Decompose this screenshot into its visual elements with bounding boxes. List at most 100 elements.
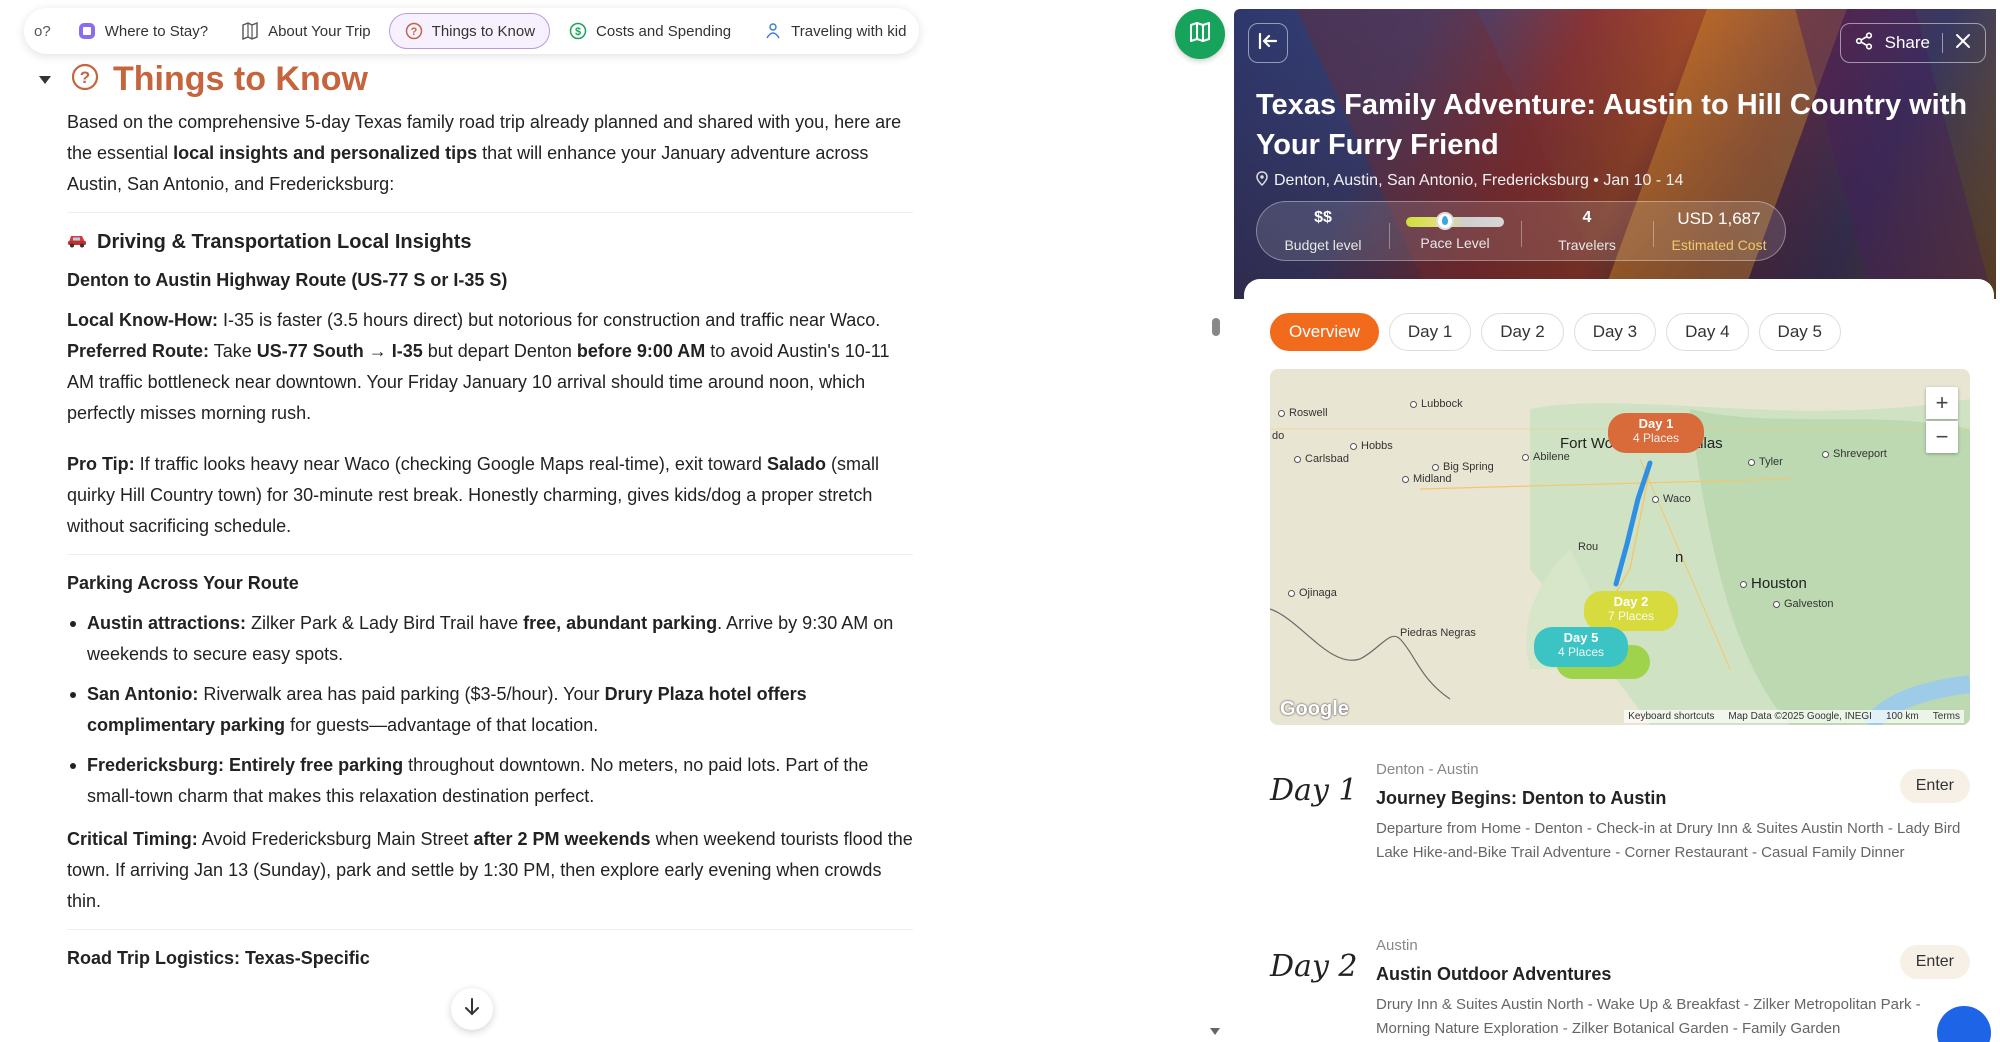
map-label: Abilene xyxy=(1522,451,1570,463)
share-button[interactable]: Share xyxy=(1885,33,1930,53)
tab-where-to-stay[interactable]: Where to Stay? xyxy=(63,13,222,49)
pin-places: 7 Places xyxy=(1607,609,1655,623)
list-item: Fredericksburg: Entirely free parking th… xyxy=(67,750,917,812)
map-book-icon xyxy=(240,21,260,41)
map-label: Lubbock xyxy=(1410,398,1463,410)
day-title: Journey Begins: Denton to Austin xyxy=(1376,788,1667,808)
day-info: Austin Austin Outdoor Adventures Drury I… xyxy=(1376,937,1976,1041)
zoom-in-button[interactable]: + xyxy=(1926,387,1958,419)
section-title: Driving & Transportation Local Insights xyxy=(67,231,917,254)
day-script-label: Day 1 xyxy=(1270,773,1358,809)
map-pin-day-2[interactable]: Day 2 7 Places xyxy=(1584,591,1678,631)
map-label: Carlsbad xyxy=(1294,453,1349,465)
pin-places: 4 Places xyxy=(1557,645,1605,659)
tab-day-3[interactable]: Day 3 xyxy=(1573,313,1657,351)
stat-cost: USD 1,687 Estimated Cost xyxy=(1653,209,1785,253)
pref-label: Preferred Route: xyxy=(67,341,210,361)
tab-overview[interactable]: Overview xyxy=(1270,313,1379,351)
day-script-label: Day 2 xyxy=(1270,949,1358,985)
map-label: do xyxy=(1272,430,1285,442)
map-label: Houston xyxy=(1740,575,1807,592)
critical-label: Critical Timing: xyxy=(67,829,198,849)
item-label: San Antonio: xyxy=(87,684,199,704)
pref-time: before 9:00 AM xyxy=(576,341,706,361)
know-how-paragraph: Local Know-How: I-35 is faster (3.5 hour… xyxy=(67,305,917,429)
dollar-icon: $ xyxy=(568,21,588,41)
divider xyxy=(67,929,913,930)
item-label: Fredericksburg: Entirely free parking xyxy=(87,755,404,775)
child-icon xyxy=(763,21,783,41)
day-title: Austin Outdoor Adventures xyxy=(1376,964,1612,984)
tab-day-5[interactable]: Day 5 xyxy=(1758,313,1841,351)
collapse-panel-button[interactable] xyxy=(1248,23,1288,63)
tab-label: Things to Know xyxy=(431,22,536,40)
svg-text:?: ? xyxy=(410,26,417,38)
know-how-text: I-35 is faster (3.5 hours direct) but no… xyxy=(218,310,881,330)
pref-text-a: Take xyxy=(209,341,257,361)
section-tab-bar: o? Where to Stay? About Your Trip ? Thin… xyxy=(24,8,919,54)
tab-costs-and-spending[interactable]: $ Costs and Spending xyxy=(554,13,745,49)
day-location: Austin xyxy=(1376,937,1418,954)
hero-banner: Share Texas Family Adventure: Austin to … xyxy=(1234,9,1996,299)
day-location: Denton - Austin xyxy=(1376,761,1479,778)
article-content: ? Things to Know Based on the comprehens… xyxy=(39,60,917,983)
car-icon xyxy=(67,231,87,254)
map-pin-day-5[interactable]: Day 5 4 Places xyxy=(1534,627,1628,667)
scrollbar-down-arrow-icon[interactable] xyxy=(1210,1028,1220,1035)
pin-day: Day 2 xyxy=(1613,594,1649,609)
map-label: Tyler xyxy=(1748,456,1783,468)
tab-about-your-trip[interactable]: About Your Trip xyxy=(226,13,385,49)
item-text: Zilker Park & Lady Bird Trail have xyxy=(246,613,524,633)
pro-tip-text-a: If traffic looks heavy near Waco (checki… xyxy=(134,454,767,474)
collapse-left-icon xyxy=(1258,32,1278,55)
pro-tip-town: Salado xyxy=(766,454,826,474)
tab-day-4[interactable]: Day 4 xyxy=(1666,313,1749,351)
day-item-2[interactable]: Day 2 Austin Austin Outdoor Adventures D… xyxy=(1270,937,1970,1042)
google-logo: Google xyxy=(1280,698,1349,720)
article-pane: o? Where to Stay? About Your Trip ? Thin… xyxy=(0,0,1230,1042)
pref-route: US-77 South → I-35 xyxy=(256,341,423,361)
list-item: San Antonio: Riverwalk area has paid par… xyxy=(67,679,917,741)
tab-day-2[interactable]: Day 2 xyxy=(1481,313,1564,351)
map-scale: 100 km xyxy=(1885,711,1919,722)
map-label: Piedras Negras xyxy=(1400,627,1476,639)
zoom-out-button[interactable]: − xyxy=(1926,421,1958,453)
map-toggle-button[interactable] xyxy=(1175,9,1225,59)
map-pin-day-1[interactable]: Day 1 4 Places xyxy=(1608,413,1704,453)
tab-day-1[interactable]: Day 1 xyxy=(1388,313,1472,351)
tab-things-to-know[interactable]: ? Things to Know xyxy=(388,13,551,49)
tab-label: About Your Trip xyxy=(268,22,371,40)
day-description: Departure from Home - Denton - Check-in … xyxy=(1376,820,1961,861)
travelers-label: Travelers xyxy=(1558,237,1616,253)
route-map[interactable]: Roswell Lubbock do Hobbs Carlsbad Big Sp… xyxy=(1270,369,1970,725)
intro-text-bold: local insights and personalized tips xyxy=(173,143,478,163)
day-info: Denton - Austin Journey Begins: Denton t… xyxy=(1376,761,1976,865)
question-icon: ? xyxy=(404,21,424,41)
share-icon[interactable] xyxy=(1855,31,1873,55)
close-icon[interactable] xyxy=(1955,33,1971,54)
critical-timing-paragraph: Critical Timing: Avoid Fredericksburg Ma… xyxy=(67,824,917,917)
route-title: Denton to Austin Highway Route (US-77 S … xyxy=(67,270,508,290)
map-label: Rou xyxy=(1578,541,1599,553)
tab-label: Traveling with kid xyxy=(791,22,907,40)
collapse-caret-icon[interactable] xyxy=(39,75,51,84)
pace-label: Pace Level xyxy=(1420,235,1490,251)
critical-bold: after 2 PM weekends xyxy=(473,829,651,849)
day-item-1[interactable]: Day 1 Denton - Austin Journey Begins: De… xyxy=(1270,761,1970,891)
terms-link[interactable]: Terms xyxy=(1933,711,1960,722)
budget-value: $$ xyxy=(1314,209,1332,226)
tab-cut-left[interactable]: o? xyxy=(34,23,59,40)
scrollbar-thumb[interactable] xyxy=(1212,318,1220,336)
enter-day-2-button[interactable]: Enter xyxy=(1899,945,1970,979)
parking-title: Parking Across Your Route xyxy=(67,573,299,593)
day-description: Drury Inn & Suites Austin North - Wake U… xyxy=(1376,996,1921,1037)
map-icon xyxy=(1188,20,1212,49)
map-label: Shreveport xyxy=(1822,448,1887,460)
enter-day-1-button[interactable]: Enter xyxy=(1899,769,1970,803)
list-item: Austin attractions: Zilker Park & Lady B… xyxy=(67,608,917,670)
map-label: Galveston xyxy=(1773,598,1834,610)
tab-traveling-with-kids[interactable]: Traveling with kid xyxy=(749,13,919,49)
critical-text-a: Avoid Fredericksburg Main Street xyxy=(197,829,474,849)
keyboard-shortcuts-link[interactable]: Keyboard shortcuts xyxy=(1628,711,1714,722)
scroll-down-button[interactable] xyxy=(451,988,493,1030)
